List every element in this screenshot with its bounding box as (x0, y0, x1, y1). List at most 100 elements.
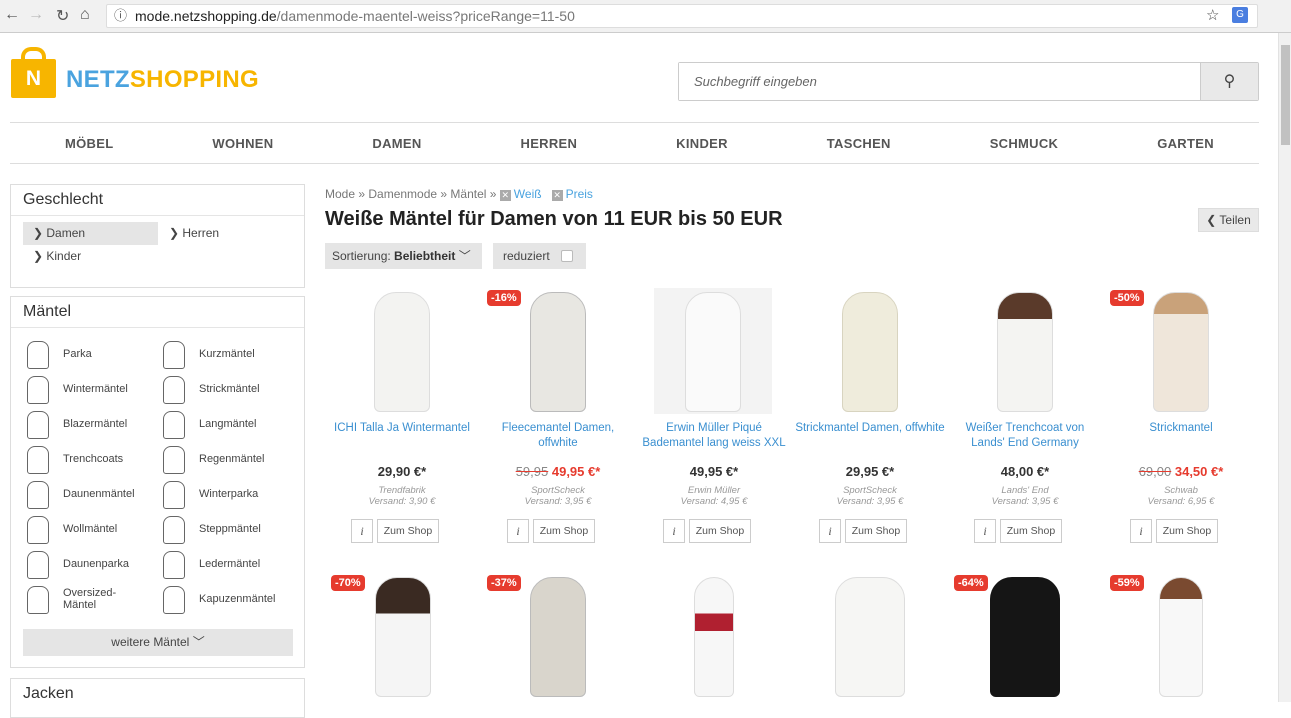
reduced-filter[interactable]: reduziert (493, 243, 586, 269)
product-card[interactable]: -64% (950, 573, 1100, 703)
product-name[interactable]: Erwin Müller Piqué Bademantel lang weiss… (639, 421, 789, 451)
kapuzenmantel-icon (163, 586, 185, 614)
product-name[interactable]: Fleecemantel Damen, offwhite (483, 421, 633, 451)
filter-weiss[interactable]: Weiß (514, 187, 542, 201)
search-input[interactable] (679, 63, 1199, 100)
nav-item-herren[interactable]: HERREN (521, 123, 578, 163)
browser-toolbar: ← → ↻ ⌂ ⓘ mode.netzshopping.de/damenmode-… (0, 0, 1291, 33)
remove-filter-icon[interactable]: ✕ (551, 190, 563, 201)
search-button[interactable]: ⚲ (1200, 63, 1258, 100)
forward-icon[interactable]: → (28, 6, 44, 24)
remove-filter-icon[interactable]: ✕ (499, 190, 511, 201)
home-icon[interactable]: ⌂ (80, 6, 90, 24)
page-title: Weiße Mäntel für Damen von 11 EUR bis 50… (325, 208, 783, 230)
product-card[interactable]: ICHI Talla Ja Wintermantel 29,90 €* Tren… (327, 288, 477, 548)
to-shop-button[interactable]: Zum Shop (845, 519, 907, 543)
product-card[interactable]: -50% Strickmantel 69,00 34,50 €* Schwab V… (1106, 288, 1256, 548)
info-button[interactable]: i (663, 519, 685, 543)
parka-icon (27, 341, 49, 369)
product-card[interactable] (795, 573, 945, 703)
product-image[interactable] (512, 288, 604, 414)
product-image[interactable] (1135, 288, 1227, 414)
wollmantel-icon (27, 516, 49, 544)
search-box: ⚲ (678, 62, 1259, 101)
discount-badge: -64% (954, 575, 988, 591)
daunenmantel-icon (27, 481, 49, 509)
address-bar[interactable]: ⓘ mode.netzshopping.de/damenmode-maentel-… (106, 4, 1258, 28)
product-image[interactable] (361, 573, 445, 699)
to-shop-button[interactable]: Zum Shop (377, 519, 439, 543)
gender-option-kinder[interactable]: ❯ Kinder (23, 245, 158, 268)
more-coats-button[interactable]: weitere Mäntel ﹀ (23, 629, 293, 656)
logo-bag-icon[interactable]: N (11, 47, 56, 98)
product-image[interactable] (824, 573, 916, 699)
gender-option-damen[interactable]: ❯ Damen (23, 222, 158, 245)
reload-icon[interactable]: ↻ (56, 6, 69, 26)
product-card[interactable]: -16% Fleecemantel Damen, offwhite 59,95 … (483, 288, 633, 548)
product-image[interactable] (654, 288, 772, 414)
steppmantel-icon (163, 516, 185, 544)
product-price: 48,00 €* (1000, 464, 1050, 479)
product-image[interactable] (979, 288, 1071, 414)
breadcrumb-maentel[interactable]: Mäntel (450, 187, 486, 201)
back-icon[interactable]: ← (4, 6, 20, 24)
nav-item-damen[interactable]: DAMEN (372, 123, 421, 163)
info-button[interactable]: i (507, 519, 529, 543)
to-shop-button[interactable]: Zum Shop (1000, 519, 1062, 543)
product-name[interactable]: Weißer Trenchcoat von Lands' End Germany (950, 421, 1100, 451)
search-icon: ⚲ (1223, 73, 1236, 90)
product-price: 49,95 €* (689, 464, 739, 479)
info-button[interactable]: i (351, 519, 373, 543)
product-image[interactable] (979, 573, 1071, 699)
info-button[interactable]: i (819, 519, 841, 543)
product-image[interactable] (356, 288, 448, 414)
scrollbar[interactable] (1278, 33, 1291, 702)
product-card[interactable]: Strickmantel Damen, offwhite 29,95 €* Sp… (795, 288, 945, 548)
to-shop-button[interactable]: Zum Shop (1156, 519, 1218, 543)
info-icon[interactable]: ⓘ (114, 5, 127, 27)
info-button[interactable]: i (974, 519, 996, 543)
nav-item-kinder[interactable]: KINDER (676, 123, 728, 163)
breadcrumb: Mode » Damenmode » Mäntel » ✕ Weiß ✕ Preis (325, 187, 593, 201)
nav-item-taschen[interactable]: TASCHEN (827, 123, 891, 163)
product-card[interactable]: -70% (327, 573, 477, 703)
scrollbar-thumb[interactable] (1281, 45, 1290, 145)
product-price: 59,95 49,95 €* (515, 464, 601, 479)
nav-item-garten[interactable]: GARTEN (1157, 123, 1214, 163)
product-shop: SportScheck Versand: 3,95 € (836, 485, 904, 507)
product-card[interactable]: Erwin Müller Piqué Bademantel lang weiss… (639, 288, 789, 548)
product-image[interactable] (512, 573, 604, 699)
product-image[interactable] (824, 288, 916, 414)
nav-item-wohnen[interactable]: WOHNEN (212, 123, 273, 163)
product-price: 29,90 €* (377, 464, 427, 479)
gender-option-herren[interactable]: ❯ Herren (159, 222, 279, 245)
reduced-checkbox[interactable] (561, 250, 573, 262)
nav-item-schmuck[interactable]: SCHMUCK (990, 123, 1059, 163)
product-name[interactable]: Strickmantel Damen, offwhite (795, 421, 945, 436)
product-card[interactable] (639, 573, 789, 703)
product-name[interactable]: Strickmantel (1106, 421, 1256, 436)
main-navigation: MÖBEL WOHNEN DAMEN HERREN KINDER TASCHEN… (10, 122, 1259, 164)
nav-item-moebel[interactable]: MÖBEL (65, 123, 113, 163)
bookmark-star-icon[interactable]: ☆ (1206, 6, 1219, 24)
sort-select[interactable]: Sortierung: Beliebtheit ﹀ (325, 243, 482, 269)
product-name[interactable]: ICHI Talla Ja Wintermantel (327, 421, 477, 436)
to-shop-button[interactable]: Zum Shop (533, 519, 595, 543)
filter-preis[interactable]: Preis (566, 187, 593, 201)
product-image[interactable] (668, 573, 760, 699)
product-image[interactable] (1135, 573, 1227, 699)
regenmantel-icon (163, 446, 185, 474)
info-button[interactable]: i (1130, 519, 1152, 543)
product-card[interactable]: -37% (483, 573, 633, 703)
discount-badge: -70% (331, 575, 365, 591)
breadcrumb-damenmode[interactable]: Damenmode (368, 187, 437, 201)
to-shop-button[interactable]: Zum Shop (689, 519, 751, 543)
product-card[interactable]: Weißer Trenchcoat von Lands' End Germany… (950, 288, 1100, 548)
discount-badge: -50% (1110, 290, 1144, 306)
translate-icon[interactable]: G (1232, 7, 1248, 23)
gender-filter: Geschlecht ❯ Damen ❯ Herren ❯ Kinder (10, 184, 305, 288)
share-button[interactable]: ❮ Teilen (1198, 208, 1259, 232)
breadcrumb-mode[interactable]: Mode (325, 187, 355, 201)
logo[interactable]: NETZSHOPPING (66, 66, 259, 94)
product-card[interactable]: -59% (1106, 573, 1256, 703)
